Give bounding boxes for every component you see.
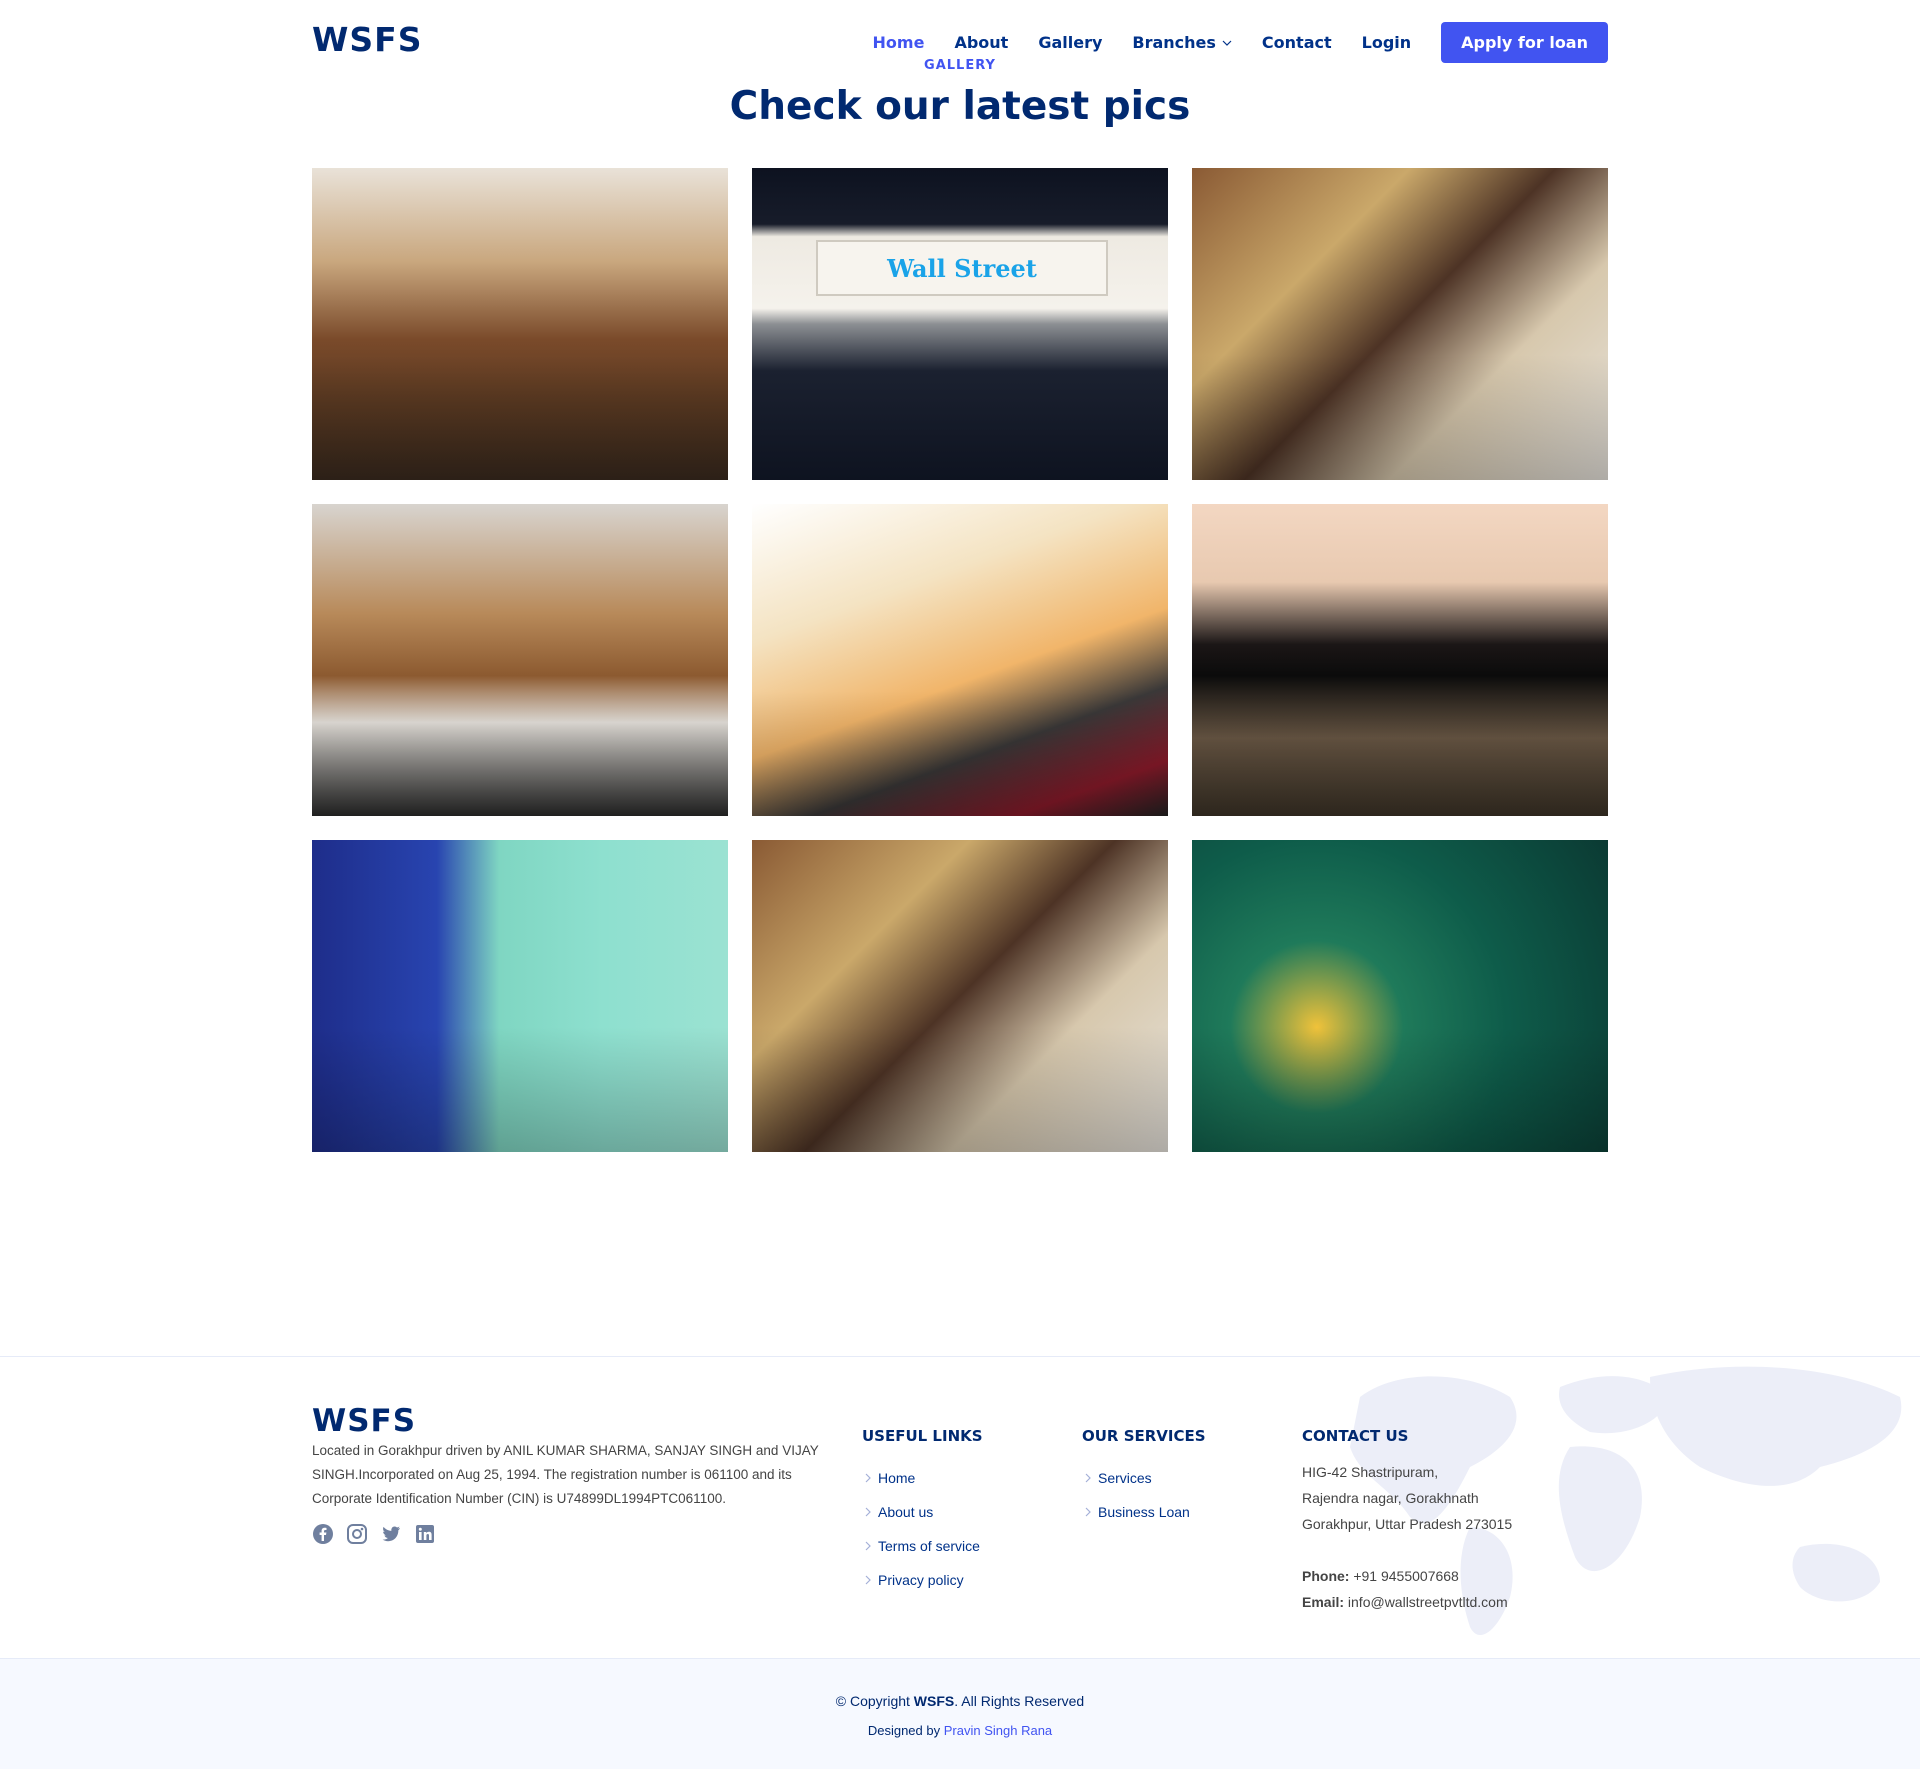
nav-branches-label: Branches bbox=[1132, 33, 1216, 52]
our-services-heading: OUR SERVICES bbox=[1082, 1427, 1206, 1445]
chevron-right-icon bbox=[865, 1473, 871, 1483]
email-label: Email: bbox=[1302, 1594, 1345, 1610]
designer-credit: Designed by Pravin Singh Rana bbox=[0, 1723, 1920, 1738]
footer-bottom: © Copyright WSFS. All Rights Reserved De… bbox=[0, 1658, 1920, 1769]
contact-us-heading: CONTACT US bbox=[1302, 1427, 1409, 1445]
contact-spacer bbox=[1302, 1537, 1512, 1563]
footer-link-privacy-label: Privacy policy bbox=[878, 1572, 964, 1588]
footer-link-home[interactable]: Home bbox=[862, 1461, 980, 1495]
photo-shade bbox=[312, 691, 728, 816]
footer-link-services[interactable]: Services bbox=[1082, 1461, 1190, 1495]
footer-link-privacy[interactable]: Privacy policy bbox=[862, 1563, 980, 1597]
chevron-right-icon bbox=[1085, 1507, 1091, 1517]
photo-shade bbox=[312, 355, 728, 480]
gallery-photo-chair-desk[interactable] bbox=[1192, 504, 1608, 816]
footer-about-text: Located in Gorakhpur driven by ANIL KUMA… bbox=[312, 1443, 819, 1506]
photo-gallery: Wall Street bbox=[312, 168, 1608, 1152]
social-links bbox=[312, 1523, 448, 1545]
copyright-suffix: . All Rights Reserved bbox=[954, 1693, 1085, 1709]
footer-link-terms[interactable]: Terms of service bbox=[862, 1529, 980, 1563]
footer-link-home-label: Home bbox=[878, 1470, 916, 1486]
copyright: © Copyright WSFS. All Rights Reserved bbox=[0, 1693, 1920, 1709]
copyright-brand: WSFS bbox=[913, 1693, 955, 1709]
nav-contact[interactable]: Contact bbox=[1262, 33, 1332, 52]
gallery-photo-blue-curtain-desk[interactable] bbox=[312, 840, 728, 1152]
nav-gallery[interactable]: Gallery bbox=[1038, 33, 1102, 52]
contact-phone: Phone: +91 9455007668 bbox=[1302, 1563, 1512, 1589]
designer-link[interactable]: Pravin Singh Rana bbox=[944, 1723, 1052, 1738]
nav-branches[interactable]: Branches bbox=[1132, 33, 1232, 52]
chevron-right-icon bbox=[1085, 1473, 1091, 1483]
photo-shade bbox=[312, 1027, 728, 1152]
footer-link-about-label: About us bbox=[878, 1504, 934, 1520]
chevron-down-icon bbox=[1222, 40, 1232, 46]
apply-for-loan-button[interactable]: Apply for loan bbox=[1441, 22, 1608, 63]
gallery-photo-globe-desk[interactable] bbox=[1192, 840, 1608, 1152]
footer-link-about[interactable]: About us bbox=[862, 1495, 980, 1529]
gallery-photo-storefront[interactable]: Wall Street bbox=[752, 168, 1168, 480]
nav-about[interactable]: About bbox=[954, 33, 1008, 52]
footer-link-business-loan[interactable]: Business Loan bbox=[1082, 1495, 1190, 1529]
phone-label: Phone: bbox=[1302, 1568, 1350, 1584]
footer-link-services-label: Services bbox=[1098, 1470, 1152, 1486]
chevron-right-icon bbox=[865, 1507, 871, 1517]
photo-shade bbox=[1192, 355, 1608, 480]
photo-shade bbox=[752, 691, 1168, 816]
storefront-sign: Wall Street bbox=[816, 240, 1108, 296]
footer-logo[interactable]: WSFS bbox=[312, 1403, 416, 1439]
footer-top: WSFS Located in Gorakhpur driven by ANIL… bbox=[0, 1356, 1920, 1658]
twitter-icon[interactable] bbox=[380, 1523, 402, 1545]
nav-login[interactable]: Login bbox=[1362, 33, 1412, 52]
contact-details: HIG-42 Shastripuram, Rajendra nagar, Gor… bbox=[1302, 1459, 1512, 1615]
instagram-icon[interactable] bbox=[346, 1523, 368, 1545]
useful-links-heading: USEFUL LINKS bbox=[862, 1427, 983, 1445]
storefront-sign-text: Wall Street bbox=[887, 254, 1037, 283]
gallery-photo-office-desk[interactable] bbox=[312, 168, 728, 480]
email-value[interactable]: info@wallstreetpvtltd.com bbox=[1348, 1594, 1508, 1610]
section-title: Check our latest pics bbox=[729, 84, 1191, 129]
facebook-icon[interactable] bbox=[312, 1523, 334, 1545]
services-list: Services Business Loan bbox=[1082, 1461, 1190, 1529]
footer-link-terms-label: Terms of service bbox=[878, 1538, 980, 1554]
main-nav: Home About Gallery Branches Contact Logi… bbox=[843, 22, 1608, 63]
copyright-prefix: © Copyright bbox=[835, 1693, 910, 1709]
address-line-1: HIG-42 Shastripuram, bbox=[1302, 1464, 1439, 1480]
address-line-2: Rajendra nagar, Gorakhnath bbox=[1302, 1490, 1479, 1506]
nav-home[interactable]: Home bbox=[873, 33, 925, 52]
gallery-photo-waiting-sofa[interactable] bbox=[1192, 168, 1608, 480]
phone-value[interactable]: +91 9455007668 bbox=[1353, 1568, 1459, 1584]
section-subtitle: GALLERY bbox=[924, 58, 996, 73]
site-logo[interactable]: WSFS bbox=[312, 20, 422, 59]
photo-shade bbox=[1192, 1027, 1608, 1152]
gallery-photo-reception[interactable] bbox=[752, 504, 1168, 816]
photo-shade bbox=[752, 1027, 1168, 1152]
address-line-3: Gorakhpur, Uttar Pradesh 273015 bbox=[1302, 1516, 1513, 1532]
gallery-photo-manager-cabin[interactable] bbox=[312, 504, 728, 816]
chevron-right-icon bbox=[865, 1541, 871, 1551]
useful-links-list: Home About us Terms of service Privacy p… bbox=[862, 1461, 980, 1597]
photo-shade bbox=[1192, 691, 1608, 816]
contact-email: Email: info@wallstreetpvtltd.com bbox=[1302, 1589, 1512, 1615]
linkedin-icon[interactable] bbox=[414, 1523, 436, 1545]
chevron-right-icon bbox=[865, 1575, 871, 1585]
gallery-photo-waiting-sofa-2[interactable] bbox=[752, 840, 1168, 1152]
footer-link-business-loan-label: Business Loan bbox=[1098, 1504, 1190, 1520]
designed-by-label: Designed by bbox=[867, 1723, 941, 1738]
